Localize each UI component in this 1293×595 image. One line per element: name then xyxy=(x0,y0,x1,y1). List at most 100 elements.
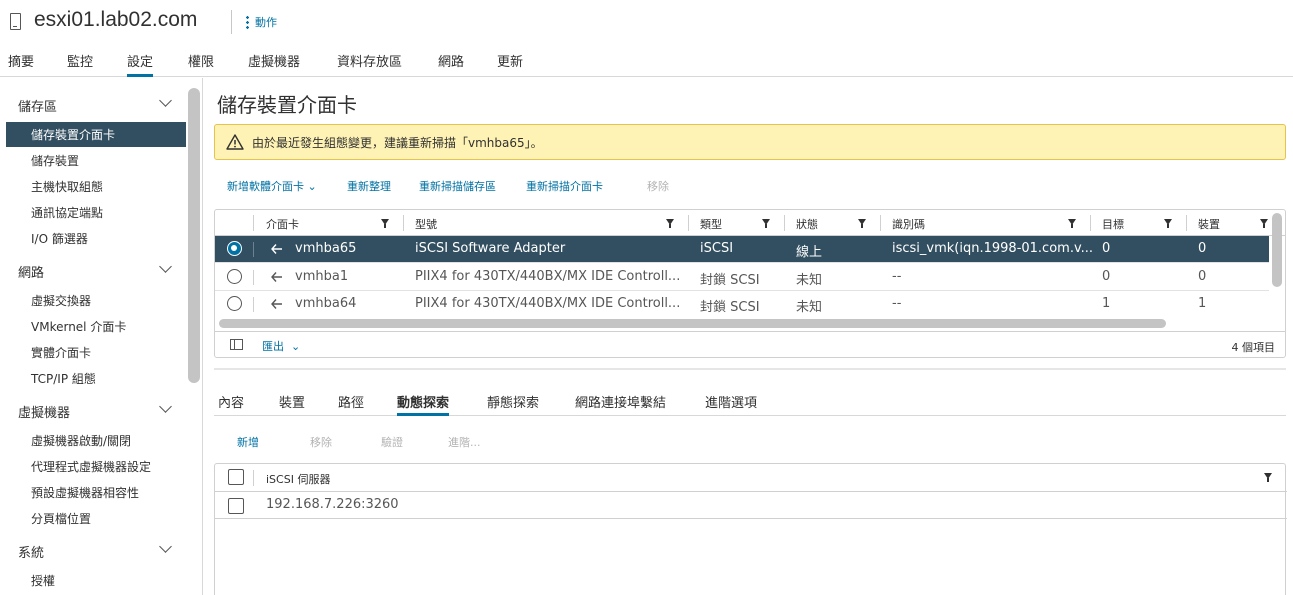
select-all-checkbox[interactable] xyxy=(228,469,244,485)
remove-button[interactable]: 移除 xyxy=(647,178,669,194)
sidebar-item-host-cache[interactable]: 主機快取組態 xyxy=(31,178,103,195)
rescan-adapter-button[interactable]: 重新掃描介面卡 xyxy=(526,178,603,194)
chevron-down-icon[interactable] xyxy=(159,94,172,107)
sidebar-item-licensing[interactable]: 授權 xyxy=(31,572,55,589)
row-radio[interactable] xyxy=(227,296,242,311)
tab-datastores[interactable]: 資料存放區 xyxy=(337,51,402,77)
column-header-devices[interactable]: 裝置 xyxy=(1198,216,1220,232)
adapter-icon xyxy=(271,299,282,309)
rescan-storage-button[interactable]: 重新掃描儲存區 xyxy=(419,178,496,194)
filter-icon[interactable] xyxy=(858,219,866,228)
table-row[interactable]: vmhba65 iSCSI Software Adapter iSCSI 線上 … xyxy=(215,236,1269,263)
column-toggle-icon[interactable] xyxy=(230,339,243,350)
tab-vms[interactable]: 虛擬機器 xyxy=(248,51,300,77)
column-header-identifier[interactable]: 識別碼 xyxy=(892,216,925,232)
column-header-status[interactable]: 狀態 xyxy=(796,216,818,232)
column-divider xyxy=(688,215,689,231)
detail-tab-bar: 內容 裝置 路徑 動態探索 靜態探索 網路連接埠繫結 進階選項 xyxy=(214,382,1286,416)
sidebar-item-swap-location[interactable]: 分頁檔位置 xyxy=(31,510,91,527)
warning-icon xyxy=(226,134,244,150)
advanced-button[interactable]: 進階... xyxy=(448,434,481,450)
filter-icon[interactable] xyxy=(762,219,770,228)
tab-advanced-options[interactable]: 進階選項 xyxy=(705,392,757,416)
filter-icon[interactable] xyxy=(1260,219,1268,228)
sidebar-item-tcpip[interactable]: TCP/IP 組態 xyxy=(31,370,96,387)
pane-splitter[interactable] xyxy=(214,368,1286,370)
page-title: 儲存裝置介面卡 xyxy=(217,93,357,117)
cell-targets: 0 xyxy=(1102,241,1111,256)
table-row[interactable]: vmhba64 PIIX4 for 430TX/440BX/MX IDE Con… xyxy=(215,291,1269,318)
horizontal-scrollbar[interactable] xyxy=(219,319,1166,328)
cell-adapter: vmhba64 xyxy=(295,296,357,311)
cell-devices: 1 xyxy=(1198,296,1207,311)
chevron-down-icon[interactable] xyxy=(159,540,172,553)
add-software-adapter-button[interactable]: 新增軟體介面卡 ⌄ xyxy=(227,178,317,194)
tab-devices[interactable]: 裝置 xyxy=(279,392,305,416)
refresh-button[interactable]: 重新整理 xyxy=(347,178,391,194)
tab-static-discovery[interactable]: 靜態探索 xyxy=(487,392,539,416)
cell-type: iSCSI xyxy=(700,241,734,256)
actions-menu-button[interactable]: 動作 xyxy=(246,14,277,30)
row-radio[interactable] xyxy=(227,269,242,284)
adapters-table-footer: 匯出 ⌄ 4 個項目 xyxy=(215,331,1285,357)
cell-model: PIIX4 for 430TX/440BX/MX IDE Controll... xyxy=(415,269,681,284)
sidebar-item-storage-devices[interactable]: 儲存裝置 xyxy=(31,152,79,169)
sidebar-item-agent-vm[interactable]: 代理程式虛擬機器設定 xyxy=(31,458,151,475)
sidebar-group-system[interactable]: 系統 xyxy=(18,542,44,561)
sidebar-item-storage-adapters[interactable]: 儲存裝置介面卡 xyxy=(31,126,115,143)
column-divider xyxy=(403,215,404,231)
tab-summary[interactable]: 摘要 xyxy=(8,51,34,77)
cell-type: 封鎖 SCSI xyxy=(700,273,760,288)
sidebar-item-io-filters[interactable]: I/O 篩選器 xyxy=(31,230,88,247)
table-row[interactable]: vmhba1 PIIX4 for 430TX/440BX/MX IDE Cont… xyxy=(215,264,1269,291)
filter-icon[interactable] xyxy=(1068,219,1076,228)
column-header-model[interactable]: 型號 xyxy=(415,216,437,232)
tab-dynamic-discovery[interactable]: 動態探索 xyxy=(397,392,450,416)
column-divider xyxy=(253,215,254,231)
authentication-button[interactable]: 驗證 xyxy=(381,434,403,450)
chevron-down-icon[interactable] xyxy=(159,260,172,273)
sidebar-scrollbar[interactable] xyxy=(188,88,200,383)
sidebar-group-vms[interactable]: 虛擬機器 xyxy=(18,402,70,421)
tab-configure[interactable]: 設定 xyxy=(127,51,154,77)
cell-status: 線上 xyxy=(796,245,823,260)
sidebar-item-virtual-switches[interactable]: 虛擬交換器 xyxy=(31,292,91,309)
sidebar-item-protocol-endpoints[interactable]: 通訊協定端點 xyxy=(31,204,103,221)
filter-icon[interactable] xyxy=(1264,473,1272,482)
filter-icon[interactable] xyxy=(666,219,674,228)
column-header-adapter[interactable]: 介面卡 xyxy=(266,216,299,232)
sidebar-group-networking[interactable]: 網路 xyxy=(18,262,44,281)
column-header-targets[interactable]: 目標 xyxy=(1102,216,1124,232)
tab-monitor[interactable]: 監控 xyxy=(67,51,93,77)
filter-icon[interactable] xyxy=(1164,219,1172,228)
cell-identifier: -- xyxy=(892,269,902,284)
tab-properties[interactable]: 內容 xyxy=(218,392,244,416)
sidebar-item-vmkernel-adapters[interactable]: VMkernel 介面卡 xyxy=(31,318,126,335)
header-divider xyxy=(231,10,232,34)
column-header-iscsi-server[interactable]: iSCSI 伺服器 xyxy=(266,471,330,487)
table-row[interactable]: 192.168.7.226:3260 xyxy=(215,492,1287,519)
cell-model: PIIX4 for 430TX/440BX/MX IDE Controll... xyxy=(415,296,681,311)
tab-permissions[interactable]: 權限 xyxy=(188,51,214,77)
remove-server-button[interactable]: 移除 xyxy=(310,434,332,450)
cell-devices: 0 xyxy=(1198,241,1207,256)
sidebar-item-physical-adapters[interactable]: 實體介面卡 xyxy=(31,344,91,361)
add-server-button[interactable]: 新增 xyxy=(237,434,259,450)
column-header-type[interactable]: 類型 xyxy=(700,216,722,232)
cell-targets: 1 xyxy=(1102,296,1111,311)
filter-icon[interactable] xyxy=(381,219,389,228)
tab-networks[interactable]: 網路 xyxy=(438,51,464,77)
export-button[interactable]: 匯出 ⌄ xyxy=(262,338,300,354)
sidebar-item-vm-startup[interactable]: 虛擬機器啟動/關閉 xyxy=(31,432,131,449)
vertical-scrollbar[interactable] xyxy=(1272,213,1282,287)
row-radio[interactable] xyxy=(227,241,242,256)
chevron-down-icon[interactable] xyxy=(159,400,172,413)
sidebar-group-storage[interactable]: 儲存區 xyxy=(18,96,57,115)
tab-updates[interactable]: 更新 xyxy=(497,51,523,77)
row-checkbox[interactable] xyxy=(228,498,244,514)
tab-port-binding[interactable]: 網路連接埠繫結 xyxy=(575,392,666,416)
sidebar-item-vm-compat[interactable]: 預設虛擬機器相容性 xyxy=(31,484,139,501)
tab-paths[interactable]: 路徑 xyxy=(338,392,364,416)
cell-identifier: iscsi_vmk(iqn.1998-01.com.v... xyxy=(892,241,1094,256)
host-title: esxi01.lab02.com xyxy=(34,8,198,31)
